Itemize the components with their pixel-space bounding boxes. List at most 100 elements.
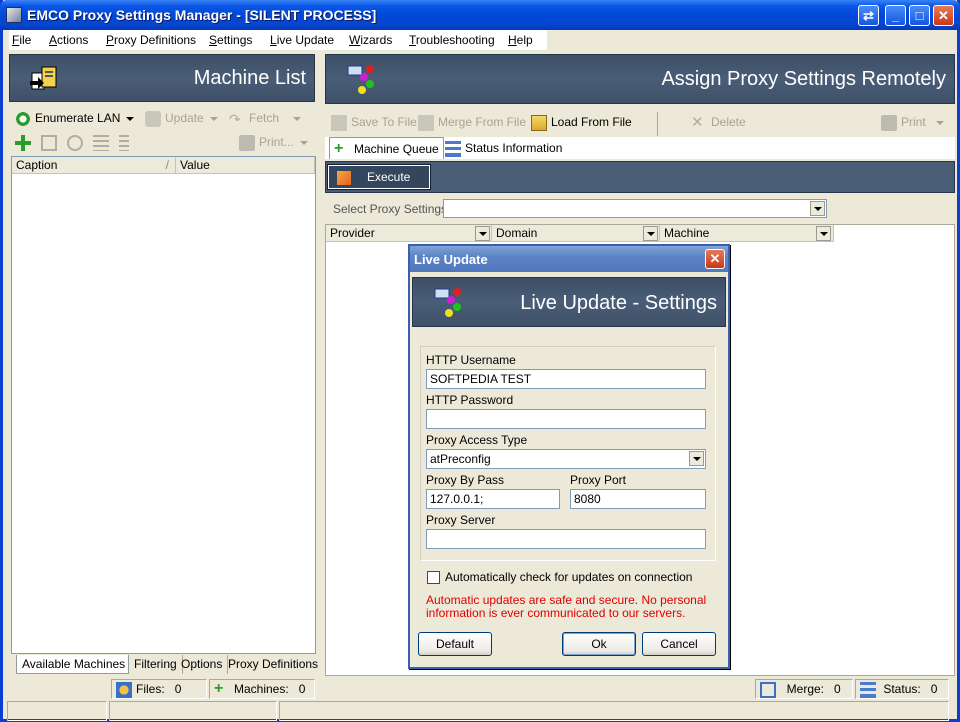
fetch-button[interactable]: ↷ Fetch <box>229 111 302 127</box>
left-print-button[interactable]: Print... <box>239 135 308 151</box>
left-toolbar-1: Enumerate LAN Update ↷ Fetch <box>11 108 315 132</box>
enumerate-lan-button[interactable]: Enumerate LAN <box>15 111 135 127</box>
minimize-button[interactable]: _ <box>885 5 906 26</box>
chevron-down-icon[interactable] <box>475 226 490 241</box>
execute-icon <box>337 170 351 185</box>
auto-check-checkbox[interactable] <box>427 571 440 584</box>
save-to-file-button[interactable]: Save To File <box>331 115 417 131</box>
chevron-down-icon[interactable] <box>209 117 218 121</box>
proxy-access-type-select[interactable]: atPreconfig <box>426 449 706 469</box>
column-provider[interactable]: Provider <box>326 225 492 242</box>
tree-icon[interactable] <box>119 135 133 151</box>
left-toolbar-2: Print... <box>11 132 315 156</box>
tab-proxy-definitions[interactable]: Proxy Definitions <box>223 655 323 674</box>
ok-button[interactable]: Ok <box>562 632 636 656</box>
cancel-button[interactable]: Cancel <box>642 632 716 656</box>
menu-settings[interactable]: Settings <box>209 33 252 47</box>
provider-filter[interactable] <box>474 226 490 241</box>
tab-available-machines[interactable]: Available Machines <box>16 655 129 674</box>
plus-icon: + <box>214 680 224 697</box>
proxy-access-type-label: Proxy Access Type <box>426 433 528 447</box>
title-bar[interactable]: EMCO Proxy Settings Manager - [SILENT PR… <box>0 0 960 30</box>
proxy-server-field[interactable] <box>426 529 706 549</box>
column-caption[interactable]: Caption / <box>12 157 176 174</box>
status-merge: Merge: 0 <box>755 679 853 699</box>
http-username-label: HTTP Username <box>426 353 516 367</box>
chevron-down-icon[interactable] <box>816 226 831 241</box>
column-value[interactable]: Value <box>176 157 315 174</box>
right-toolbar: Save To File Merge From File Load From F… <box>325 112 955 136</box>
merge-icon <box>418 115 434 131</box>
status-icon <box>860 682 876 698</box>
menu-troubleshooting[interactable]: Troubleshooting <box>409 33 495 47</box>
fetch-arrow-icon: ↷ <box>229 111 241 127</box>
files-icon <box>116 682 132 698</box>
merge-from-file-button[interactable]: Merge From File <box>418 115 526 131</box>
plus-icon: + <box>334 140 344 157</box>
machine-list-icon <box>30 66 57 90</box>
status-files: Files: 0 <box>111 679 207 699</box>
menu-wizards[interactable]: Wizards <box>349 33 392 47</box>
menu-proxy-definitions[interactable]: Proxy Definitions <box>106 33 196 47</box>
machine-properties-list[interactable]: Caption / Value <box>11 156 316 654</box>
menu-help[interactable]: Help <box>508 33 533 47</box>
block-icon[interactable] <box>67 135 87 151</box>
right-print-button[interactable]: Print <box>881 115 944 131</box>
column-machine[interactable]: Machine <box>660 225 834 242</box>
chevron-down-icon[interactable] <box>299 141 308 145</box>
dialog-title: Live Update <box>414 252 488 267</box>
load-from-file-button[interactable]: Load From File <box>531 115 632 131</box>
column-domain[interactable]: Domain <box>492 225 660 242</box>
status-machines: + Machines: 0 <box>209 679 315 699</box>
tab-options[interactable]: Options <box>176 655 229 674</box>
status-cell-2 <box>109 701 277 721</box>
right-tabs: + Machine Queue Status Information <box>325 137 955 159</box>
machine-list-header: Machine List <box>9 54 315 102</box>
restore-swap-button[interactable]: ⇄ <box>858 5 879 26</box>
molecule-icon <box>434 288 461 317</box>
delete-button[interactable]: ✕ Delete <box>691 115 746 131</box>
chevron-down-icon[interactable] <box>689 451 704 466</box>
chevron-down-icon[interactable] <box>643 226 658 241</box>
printer-icon <box>239 135 255 151</box>
tab-machine-queue[interactable]: + Machine Queue <box>329 137 444 159</box>
auto-check-label[interactable]: Automatically check for updates on conne… <box>445 570 692 584</box>
save-icon <box>331 115 347 131</box>
chevron-down-icon[interactable] <box>126 117 135 121</box>
proxy-port-field[interactable]: 8080 <box>570 489 706 509</box>
execute-button[interactable]: Execute <box>327 164 431 190</box>
add-item-icon[interactable] <box>15 135 35 151</box>
menu-actions[interactable]: Actions <box>49 33 88 47</box>
chevron-down-icon[interactable] <box>810 201 825 216</box>
status-status: Status: 0 <box>855 679 949 699</box>
http-password-field[interactable] <box>426 409 706 429</box>
sort-indicator-icon: / <box>165 158 169 172</box>
update-button[interactable]: Update <box>145 111 218 127</box>
list-icon[interactable] <box>93 135 113 151</box>
menu-live-update[interactable]: Live Update <box>270 33 334 47</box>
printer-icon <box>881 115 897 131</box>
proxy-bypass-field[interactable]: 127.0.0.1; <box>426 489 560 509</box>
domain-filter[interactable] <box>642 226 658 241</box>
machine-filter[interactable] <box>815 226 831 241</box>
http-username-field[interactable]: SOFTPEDIA TEST <box>426 369 706 389</box>
dialog-title-bar[interactable]: Live Update ✕ <box>410 246 728 272</box>
delete-x-icon: ✕ <box>691 114 704 131</box>
chevron-down-icon[interactable] <box>293 117 302 121</box>
select-proxy-settings-label: Select Proxy Settings : <box>333 202 454 216</box>
dialog-close-button[interactable]: ✕ <box>705 249 725 269</box>
tab-status-information[interactable]: Status Information <box>441 137 566 159</box>
maximize-button[interactable]: □ <box>909 5 930 26</box>
molecule-icon <box>347 65 374 94</box>
select-proxy-settings-combo[interactable] <box>443 199 827 218</box>
tab-filtering[interactable]: Filtering <box>129 655 183 674</box>
default-button[interactable]: Default <box>418 632 492 656</box>
refresh-icon <box>15 111 31 127</box>
chevron-down-icon[interactable] <box>935 121 944 125</box>
close-button[interactable]: ✕ <box>933 5 954 26</box>
dialog-header-title: Live Update - Settings <box>520 292 717 314</box>
toolbar-separator <box>657 112 658 136</box>
remove-item-icon[interactable] <box>41 135 61 151</box>
proxy-bypass-label: Proxy By Pass <box>426 473 505 487</box>
menu-file[interactable]: File <box>12 33 31 47</box>
